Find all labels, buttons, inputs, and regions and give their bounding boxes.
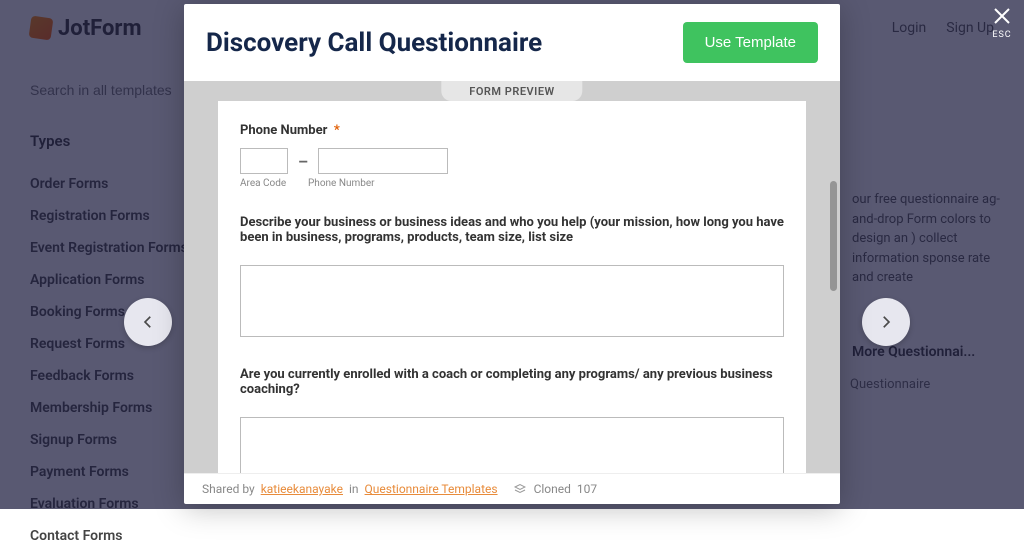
shared-by-label: Shared by (202, 482, 255, 496)
question-block-2: Are you currently enrolled with a coach … (240, 367, 784, 473)
phone-number-sublabel: Phone Number (308, 178, 375, 189)
sidebar-item[interactable]: Contact Forms (30, 520, 994, 552)
phone-dash: – (298, 152, 308, 171)
prev-template-button[interactable] (124, 298, 172, 346)
template-modal: Discovery Call Questionnaire Use Templat… (184, 4, 840, 504)
close-icon (990, 4, 1014, 28)
question-2-textarea[interactable] (240, 417, 784, 473)
chevron-left-icon (139, 313, 157, 331)
question-1-label: Describe your business or business ideas… (240, 215, 784, 245)
in-label: in (349, 482, 359, 496)
phone-label-text: Phone Number (240, 123, 327, 138)
author-link[interactable]: katieekanayake (261, 482, 343, 496)
required-asterisk: * (334, 123, 340, 138)
close-button[interactable]: ESC (990, 4, 1014, 40)
question-2-label: Are you currently enrolled with a coach … (240, 367, 784, 397)
modal-footer: Shared by katieekanayake in Questionnair… (184, 473, 840, 504)
cloned-count: 107 (577, 482, 597, 496)
form-preview-label: FORM PREVIEW (441, 81, 582, 101)
form-preview-content: Phone Number * – Area Code Phone Number … (218, 101, 806, 473)
category-link[interactable]: Questionnaire Templates (365, 482, 498, 496)
phone-input-row: – (240, 148, 784, 174)
chevron-right-icon (877, 313, 895, 331)
area-code-input[interactable] (240, 148, 288, 174)
phone-number-input[interactable] (318, 148, 448, 174)
scrollbar-thumb[interactable] (830, 181, 837, 291)
modal-title: Discovery Call Questionnaire (206, 28, 663, 58)
use-template-button[interactable]: Use Template (683, 22, 818, 63)
next-template-button[interactable] (862, 298, 910, 346)
question-1-textarea[interactable] (240, 265, 784, 337)
esc-label: ESC (990, 30, 1014, 40)
modal-header: Discovery Call Questionnaire Use Templat… (184, 4, 840, 81)
question-block-1: Describe your business or business ideas… (240, 215, 784, 341)
cloned-label: Cloned (534, 482, 571, 496)
area-code-sublabel: Area Code (240, 178, 288, 189)
form-preview-area: FORM PREVIEW Phone Number * – Area Code … (184, 81, 840, 473)
cloned-icon (514, 483, 526, 495)
phone-label: Phone Number * (240, 123, 784, 138)
phone-sublabels: Area Code Phone Number (240, 178, 784, 189)
